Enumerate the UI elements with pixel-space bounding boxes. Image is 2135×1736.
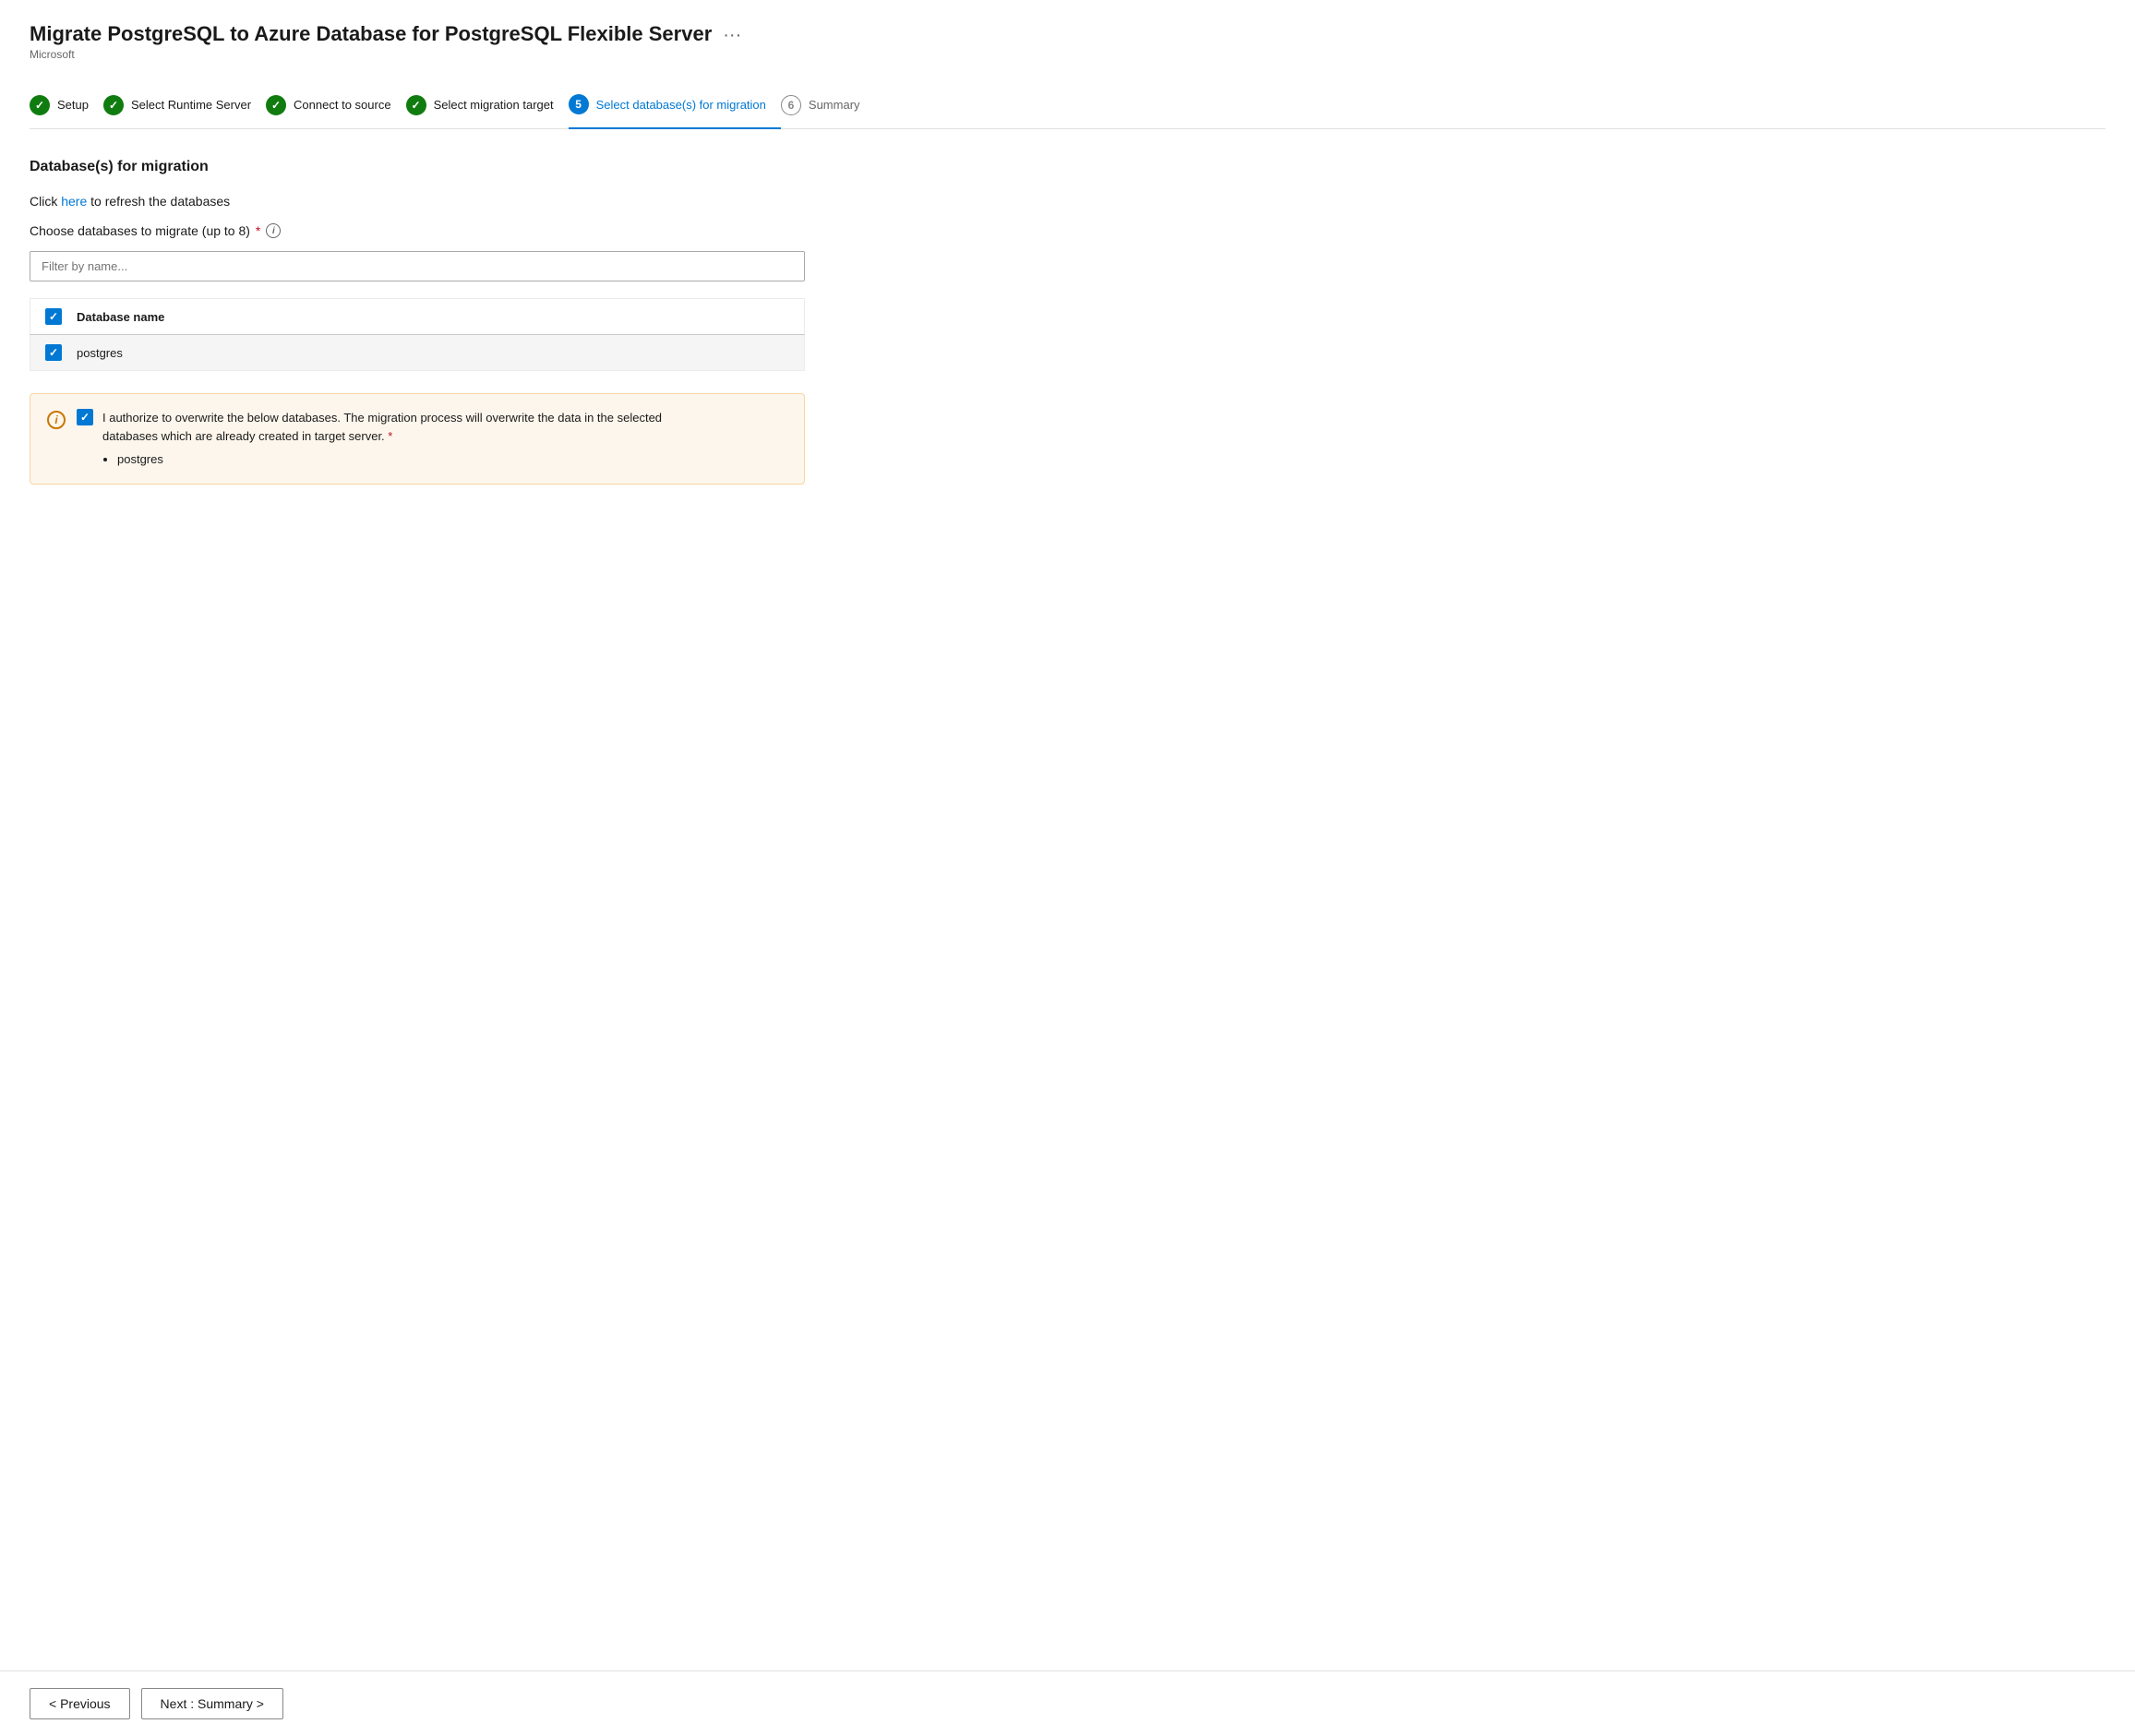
db-column-header: Database name bbox=[77, 310, 164, 324]
warning-content: I authorize to overwrite the below datab… bbox=[77, 409, 662, 469]
step-icon-summary: 6 bbox=[781, 95, 801, 115]
previous-button[interactable]: < Previous bbox=[30, 1688, 130, 1719]
refresh-text-before: Click bbox=[30, 194, 61, 209]
next-button[interactable]: Next : Summary > bbox=[141, 1688, 283, 1719]
wizard-steps: ✓ Setup ✓ Select Runtime Server ✓ Connec… bbox=[30, 83, 2105, 129]
authorization-warning-box: i I authorize to overwrite the below dat… bbox=[30, 393, 805, 485]
info-icon[interactable]: i bbox=[266, 223, 281, 238]
warning-db-item-postgres: postgres bbox=[117, 450, 662, 469]
database-table: Database name postgres bbox=[30, 298, 805, 371]
warning-text: I authorize to overwrite the below datab… bbox=[102, 409, 662, 469]
more-options-icon[interactable]: ··· bbox=[723, 25, 741, 46]
wizard-step-summary[interactable]: 6 Summary bbox=[781, 84, 875, 128]
step-label-runtime-server: Select Runtime Server bbox=[131, 98, 251, 112]
select-all-checkbox[interactable] bbox=[45, 308, 62, 325]
filter-input[interactable] bbox=[30, 251, 805, 281]
step-label-connect-source: Connect to source bbox=[294, 98, 391, 112]
step-icon-select-databases: 5 bbox=[569, 94, 589, 114]
wizard-step-setup[interactable]: ✓ Setup bbox=[30, 84, 103, 128]
choose-label: Choose databases to migrate (up to 8) * … bbox=[30, 223, 2105, 238]
step-icon-setup: ✓ bbox=[30, 95, 50, 115]
row-checkbox-postgres[interactable] bbox=[45, 344, 62, 361]
step-label-migration-target: Select migration target bbox=[434, 98, 554, 112]
wizard-step-runtime-server[interactable]: ✓ Select Runtime Server bbox=[103, 84, 266, 128]
wizard-step-connect-source[interactable]: ✓ Connect to source bbox=[266, 84, 406, 128]
warning-icon: i bbox=[47, 411, 66, 429]
section-title: Database(s) for migration bbox=[30, 159, 2105, 175]
step-icon-connect-source: ✓ bbox=[266, 95, 286, 115]
page-title: Migrate PostgreSQL to Azure Database for… bbox=[30, 22, 712, 46]
page-subtitle: Microsoft bbox=[30, 48, 2105, 61]
footer: < Previous Next : Summary > bbox=[0, 1670, 2135, 1736]
step-label-summary: Summary bbox=[809, 98, 860, 112]
authorize-checkbox[interactable] bbox=[77, 409, 93, 425]
wizard-step-select-databases[interactable]: 5 Select database(s) for migration bbox=[569, 83, 781, 129]
warning-required-star: * bbox=[388, 429, 392, 443]
wizard-step-migration-target[interactable]: ✓ Select migration target bbox=[406, 84, 569, 128]
step-icon-runtime-server: ✓ bbox=[103, 95, 124, 115]
step-icon-migration-target: ✓ bbox=[406, 95, 426, 115]
table-row: postgres bbox=[30, 335, 805, 371]
refresh-link[interactable]: here bbox=[61, 194, 87, 209]
step-label-select-databases: Select database(s) for migration bbox=[596, 98, 766, 112]
warning-db-list: postgres bbox=[117, 450, 662, 469]
refresh-text-after: to refresh the databases bbox=[87, 194, 230, 209]
db-table-header: Database name bbox=[30, 298, 805, 335]
db-name-postgres: postgres bbox=[77, 346, 123, 360]
warning-text-line2: databases which are already created in t… bbox=[102, 429, 392, 443]
step-label-setup: Setup bbox=[57, 98, 89, 112]
warning-text-line1: I authorize to overwrite the below datab… bbox=[102, 411, 662, 425]
refresh-text: Click here to refresh the databases bbox=[30, 194, 2105, 209]
required-star: * bbox=[256, 223, 260, 238]
